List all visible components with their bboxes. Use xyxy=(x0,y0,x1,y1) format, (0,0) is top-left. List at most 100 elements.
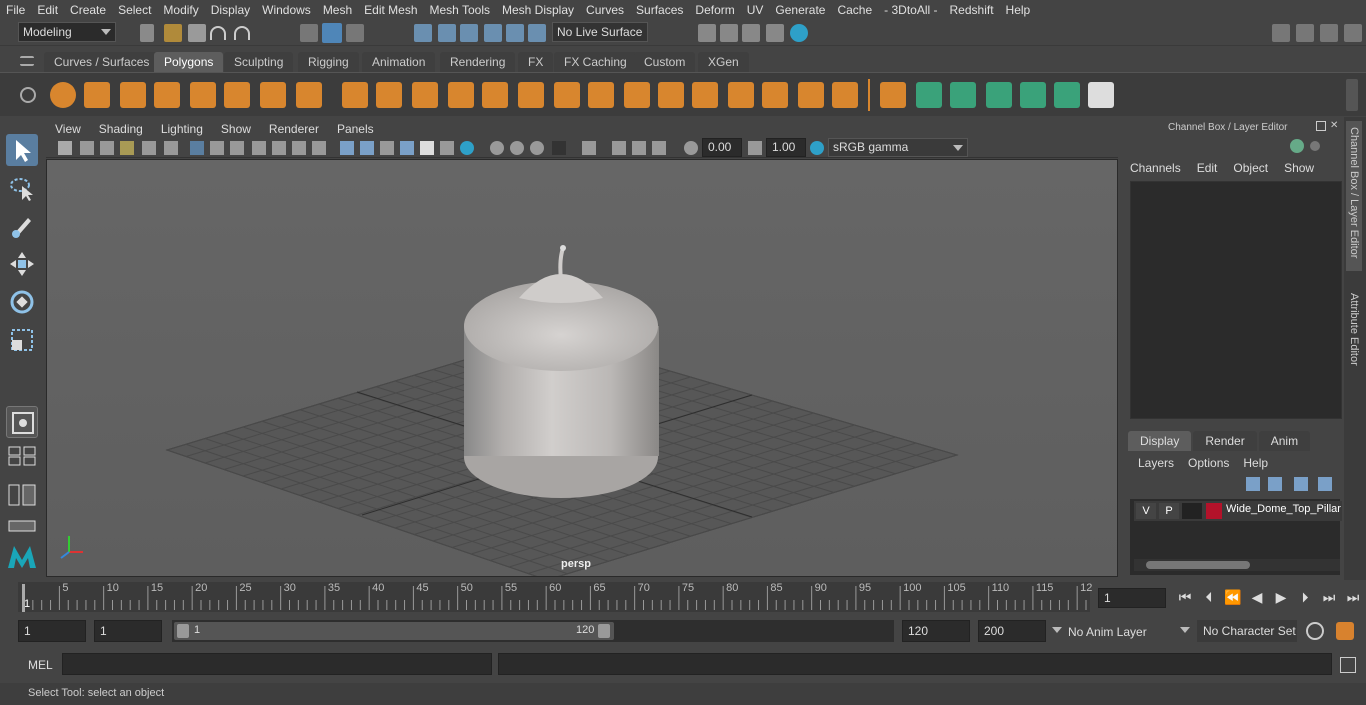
go-to-end-icon[interactable]: ⏭ xyxy=(1344,588,1362,606)
command-input[interactable] xyxy=(62,653,492,675)
textured-icon[interactable] xyxy=(420,141,434,155)
extrude-icon[interactable] xyxy=(624,82,650,108)
mode-selector[interactable]: Modeling xyxy=(18,22,116,42)
viewport-menu-item[interactable]: Shading xyxy=(90,122,152,136)
menu-item[interactable]: Edit xyxy=(31,0,64,20)
range-slider[interactable]: 1 120 xyxy=(172,620,894,642)
range-slider-right-handle[interactable] xyxy=(598,624,610,638)
channel-list[interactable] xyxy=(1130,181,1342,419)
undo-icon[interactable] xyxy=(210,26,226,40)
range-slider-left-handle[interactable] xyxy=(177,624,189,638)
channel-box-menu-item[interactable]: Channels xyxy=(1130,161,1181,175)
menu-item[interactable]: Windows xyxy=(256,0,317,20)
menu-item[interactable]: Edit Mesh xyxy=(358,0,423,20)
render-view-icon[interactable] xyxy=(698,24,716,42)
layer-tab[interactable]: Render xyxy=(1193,431,1257,451)
range-slider-thumb[interactable]: 1 120 xyxy=(174,622,614,640)
separate-icon[interactable] xyxy=(376,82,402,108)
last-tool-icon[interactable] xyxy=(6,406,38,438)
layer-row[interactable]: V P Wide_Dome_Top_Pillar xyxy=(1134,501,1342,521)
menu-item[interactable]: Deform xyxy=(689,0,740,20)
bookmark-icon[interactable] xyxy=(100,141,114,155)
side-tab-channel-box[interactable]: Channel Box / Layer Editor xyxy=(1346,121,1362,271)
script-editor-icon[interactable] xyxy=(1340,657,1356,673)
shelf-tab[interactable]: Rendering xyxy=(440,52,516,72)
open-scene-icon[interactable] xyxy=(164,24,182,42)
mirror-icon[interactable] xyxy=(412,82,438,108)
step-forward-key-icon[interactable]: ⏵ xyxy=(1296,588,1314,606)
single-pane-layout-icon[interactable] xyxy=(6,444,38,466)
outliner-layout-icon[interactable] xyxy=(6,518,38,534)
grease-pencil-icon[interactable] xyxy=(164,141,178,155)
grid-toggle-icon[interactable] xyxy=(190,141,204,155)
candle-mesh[interactable] xyxy=(464,245,659,498)
gamma-field[interactable]: 1.00 xyxy=(766,138,806,157)
depth-of-field-icon[interactable] xyxy=(552,141,566,155)
cut-uv-icon[interactable] xyxy=(1054,82,1080,108)
smooth-shade-icon[interactable] xyxy=(360,141,374,155)
shelf-tab[interactable]: Custom xyxy=(634,52,696,72)
shelf-settings-icon[interactable] xyxy=(20,87,36,103)
menu-item[interactable]: Surfaces xyxy=(630,0,689,20)
live-surface-field[interactable]: No Live Surface xyxy=(552,22,648,42)
select-object-icon[interactable] xyxy=(322,23,342,43)
boolean-icon[interactable] xyxy=(518,82,544,108)
new-scene-icon[interactable] xyxy=(140,24,154,42)
menu-item[interactable]: File xyxy=(0,0,31,20)
resolution-gate-icon[interactable] xyxy=(210,141,224,155)
screen-space-ao-icon[interactable] xyxy=(490,141,504,155)
menu-item[interactable]: Help xyxy=(1000,0,1037,20)
ipr-render-icon[interactable] xyxy=(742,24,760,42)
layer-visibility-toggle[interactable]: V xyxy=(1136,503,1156,519)
playback-start-field[interactable]: 1 xyxy=(94,620,162,642)
poly-sphere-icon[interactable] xyxy=(50,82,76,108)
anim-layer-dropdown-arrow[interactable] xyxy=(1052,627,1062,633)
layer-playback-toggle[interactable]: P xyxy=(1159,503,1179,519)
exposure-icon[interactable] xyxy=(684,141,698,155)
step-forward-frame-icon[interactable]: ⏭ xyxy=(1320,588,1338,606)
use-default-material-icon[interactable] xyxy=(380,141,394,155)
poly-plane-icon[interactable] xyxy=(190,82,216,108)
menu-item[interactable]: Mesh Display xyxy=(496,0,580,20)
two-pane-layout-icon[interactable] xyxy=(6,482,38,508)
snap-grid-icon[interactable] xyxy=(414,24,432,42)
layer-tab[interactable]: Anim xyxy=(1258,431,1311,451)
film-gate-icon[interactable] xyxy=(142,141,156,155)
poly-torus-icon[interactable] xyxy=(224,82,250,108)
menu-item[interactable]: - 3DtoAll - xyxy=(878,0,943,20)
viewport-menu-item[interactable]: Renderer xyxy=(260,122,328,136)
shelf-tab[interactable]: FX xyxy=(518,52,554,72)
lasso-tool-icon[interactable] xyxy=(6,172,38,204)
menu-item[interactable]: Select xyxy=(112,0,157,20)
time-slider[interactable]: 5 10 15 20 25 30 35 40 45 50 55 60 65 70 75 80 85 90 95 100… xyxy=(0,580,1366,616)
rotate-tool-icon[interactable] xyxy=(6,286,38,318)
shelf-scroll-icon[interactable] xyxy=(1346,79,1358,111)
bridge-icon[interactable] xyxy=(554,82,580,108)
collapse-icon[interactable] xyxy=(880,82,906,108)
shelf-tab[interactable]: Curves / Surfaces xyxy=(44,52,160,72)
current-time-marker[interactable] xyxy=(22,584,25,612)
field-chart-icon[interactable] xyxy=(252,141,266,155)
camera-select-icon[interactable] xyxy=(58,141,72,155)
current-frame-field[interactable]: 1 xyxy=(1098,588,1166,608)
shelf-menu-icon[interactable] xyxy=(20,56,34,66)
time-ruler[interactable]: 5 10 15 20 25 30 35 40 45 50 55 60 65 70 75 80 85 90 95 100… xyxy=(18,582,1092,612)
anti-aliasing-icon[interactable] xyxy=(530,141,544,155)
xray-components-icon[interactable] xyxy=(652,141,666,155)
shelf-tab[interactable]: Rigging xyxy=(298,52,359,72)
cylindrical-uv-icon[interactable] xyxy=(950,82,976,108)
exposure-field[interactable]: 0.00 xyxy=(702,138,742,157)
redo-icon[interactable] xyxy=(234,26,250,40)
command-language-label[interactable]: MEL xyxy=(28,658,53,672)
new-layer-from-selection-icon[interactable] xyxy=(1318,477,1332,491)
poly-pipe-icon[interactable] xyxy=(296,82,322,108)
layer-menu-item[interactable]: Options xyxy=(1188,456,1229,470)
poly-cube-icon[interactable] xyxy=(84,82,110,108)
layer-scrollbar-thumb[interactable] xyxy=(1146,561,1250,569)
snap-view-icon[interactable] xyxy=(484,24,502,42)
automatic-uv-icon[interactable] xyxy=(1020,82,1046,108)
anim-layer-label[interactable]: No Anim Layer xyxy=(1068,625,1147,639)
channel-box-toggle-icon[interactable] xyxy=(1344,24,1362,42)
channel-box-option-icon[interactable] xyxy=(1290,139,1304,153)
snap-curve-icon[interactable] xyxy=(438,24,456,42)
